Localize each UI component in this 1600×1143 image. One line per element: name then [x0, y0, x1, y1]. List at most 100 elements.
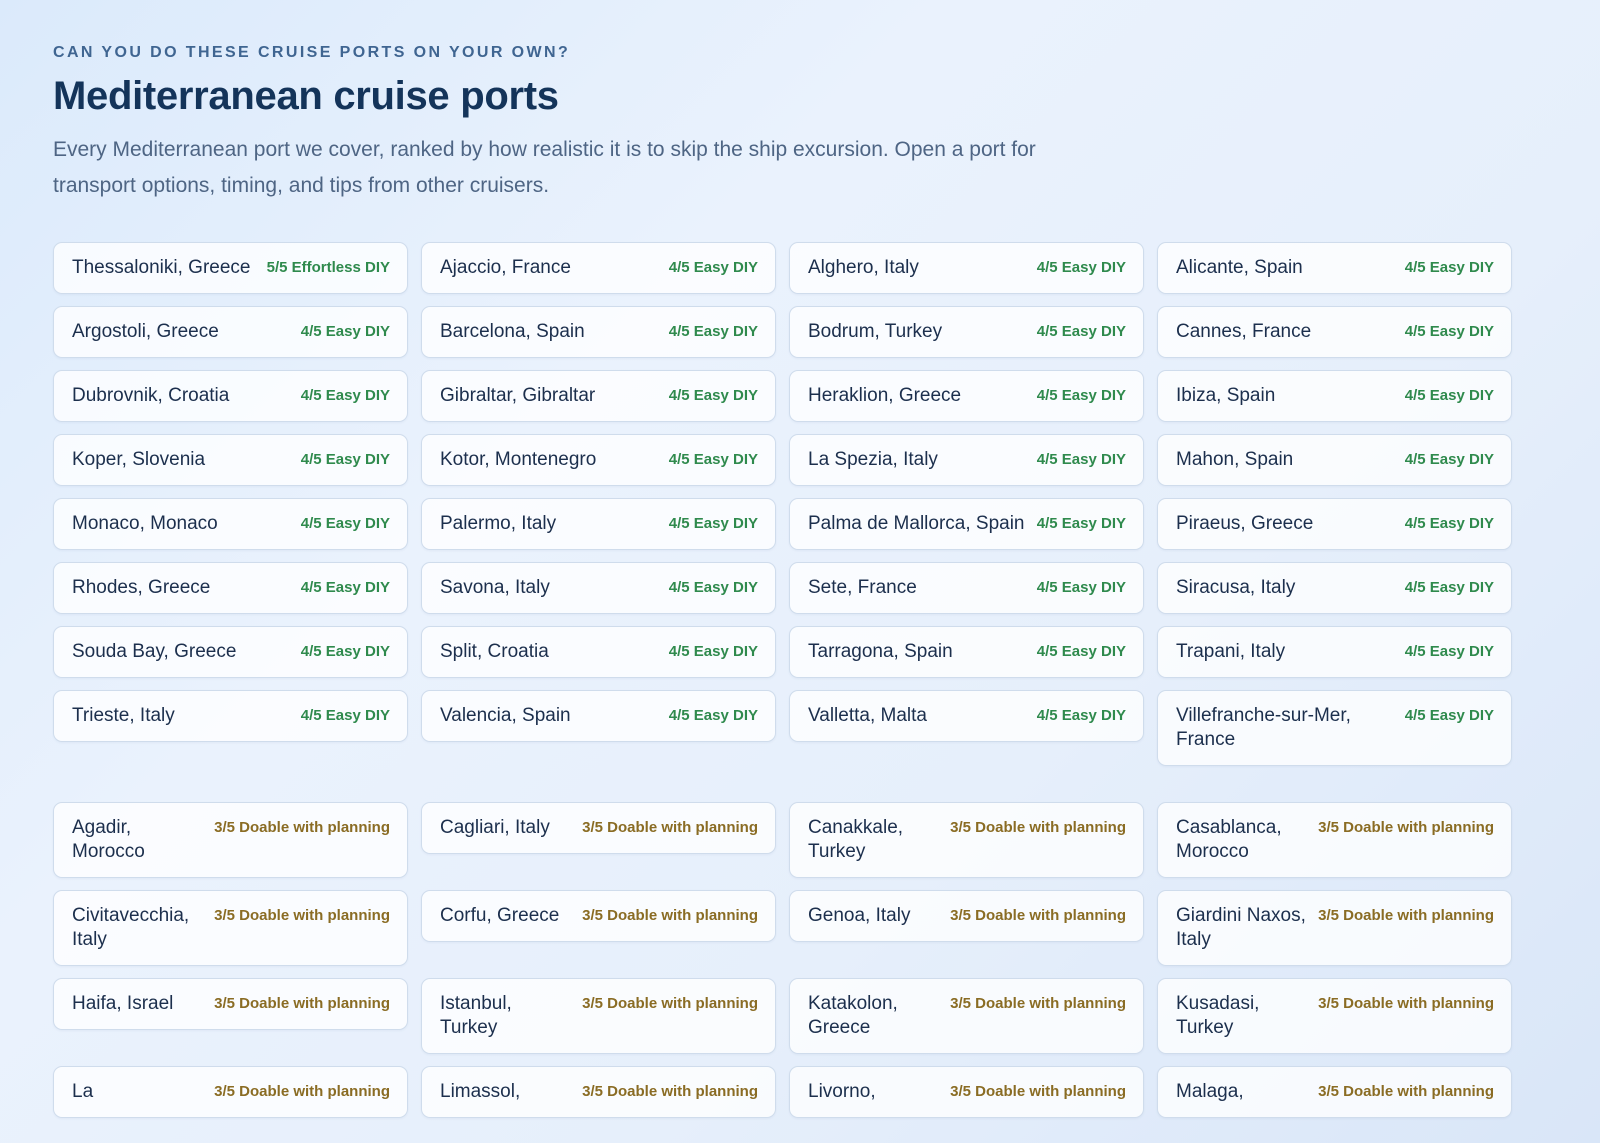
- port-rating-badge: 4/5 Easy DIY: [1404, 515, 1494, 532]
- port-name: Rhodes, Greece: [72, 577, 211, 598]
- port-card[interactable]: Agadir, Morocco 3/5 Doable with planning: [53, 802, 408, 878]
- port-rating-badge: 4/5 Easy DIY: [1036, 323, 1126, 340]
- port-card[interactable]: Katakolon, Greece 3/5 Doable with plannin…: [789, 978, 1144, 1054]
- port-rating-badge: 4/5 Easy DIY: [1036, 579, 1126, 596]
- port-name: Argostoli, Greece: [72, 321, 219, 342]
- port-card[interactable]: Dubrovnik, Croatia 4/5 Easy DIY: [53, 370, 408, 422]
- port-rating-badge: 4/5 Easy DIY: [668, 643, 758, 660]
- port-card[interactable]: Heraklion, Greece 4/5 Easy DIY: [789, 370, 1144, 422]
- port-card[interactable]: Palma de Mallorca, Spain 4/5 Easy DIY: [789, 498, 1144, 550]
- port-card[interactable]: Kotor, Montenegro 4/5 Easy DIY: [421, 434, 776, 486]
- port-card[interactable]: Malaga, 3/5 Doable with planning: [1157, 1066, 1512, 1118]
- port-card[interactable]: Koper, Slovenia 4/5 Easy DIY: [53, 434, 408, 486]
- port-name: Kusadasi, Turkey: [1176, 993, 1260, 1038]
- port-rating-badge: 3/5 Doable with planning: [582, 995, 758, 1012]
- port-card[interactable]: Alghero, Italy 4/5 Easy DIY: [789, 242, 1144, 294]
- port-name: Koper, Slovenia: [72, 449, 206, 470]
- port-name: Alicante, Spain: [1176, 257, 1303, 278]
- port-card[interactable]: Barcelona, Spain 4/5 Easy DIY: [421, 306, 776, 358]
- port-card[interactable]: Casablanca, Morocco 3/5 Doable with plann…: [1157, 802, 1512, 878]
- port-name: Valletta, Malta: [808, 705, 927, 726]
- port-rating-badge: 3/5 Doable with planning: [582, 819, 758, 836]
- port-card[interactable]: Ibiza, Spain 4/5 Easy DIY: [1157, 370, 1512, 422]
- port-rating-badge: 3/5 Doable with planning: [214, 1083, 390, 1100]
- port-name: Bodrum, Turkey: [808, 321, 943, 342]
- port-name: Siracusa, Italy: [1176, 577, 1296, 598]
- port-card[interactable]: Gibraltar, Gibraltar 4/5 Easy DIY: [421, 370, 776, 422]
- port-card[interactable]: Civitavecchia, Italy 3/5 Doable with plan…: [53, 890, 408, 966]
- port-card[interactable]: La Spezia, Italy 4/5 Easy DIY: [789, 434, 1144, 486]
- port-card[interactable]: Canakkale, Turkey 3/5 Doable with plannin…: [789, 802, 1144, 878]
- port-card[interactable]: Palermo, Italy 4/5 Easy DIY: [421, 498, 776, 550]
- port-rating-badge: 4/5 Easy DIY: [668, 579, 758, 596]
- port-card[interactable]: Souda Bay, Greece 4/5 Easy DIY: [53, 626, 408, 678]
- port-card[interactable]: Alicante, Spain 4/5 Easy DIY: [1157, 242, 1512, 294]
- port-card[interactable]: Cannes, France 4/5 Easy DIY: [1157, 306, 1512, 358]
- port-name: Corfu, Greece: [440, 905, 560, 926]
- port-rating-badge: 3/5 Doable with planning: [214, 907, 390, 924]
- port-name: Limassol,: [440, 1081, 521, 1102]
- port-name: Katakolon, Greece: [808, 993, 898, 1038]
- port-card[interactable]: Cagliari, Italy 3/5 Doable with planning: [421, 802, 776, 854]
- port-card[interactable]: Valletta, Malta 4/5 Easy DIY: [789, 690, 1144, 742]
- port-name: Valencia, Spain: [440, 705, 571, 726]
- port-card[interactable]: Trapani, Italy 4/5 Easy DIY: [1157, 626, 1512, 678]
- port-rating-badge: 4/5 Easy DIY: [668, 259, 758, 276]
- port-card[interactable]: Valencia, Spain 4/5 Easy DIY: [421, 690, 776, 742]
- port-card[interactable]: Sete, France 4/5 Easy DIY: [789, 562, 1144, 614]
- port-rating-badge: 3/5 Doable with planning: [1318, 819, 1494, 836]
- port-rating-badge: 4/5 Easy DIY: [300, 707, 390, 724]
- port-name: Haifa, Israel: [72, 993, 174, 1014]
- port-name: Thessaloniki, Greece: [72, 257, 251, 278]
- port-card[interactable]: Thessaloniki, Greece 5/5 Effortless DIY: [53, 242, 408, 294]
- port-card[interactable]: Rhodes, Greece 4/5 Easy DIY: [53, 562, 408, 614]
- port-card[interactable]: Haifa, Israel 3/5 Doable with planning: [53, 978, 408, 1030]
- port-card[interactable]: Livorno, 3/5 Doable with planning: [789, 1066, 1144, 1118]
- port-rating-badge: 4/5 Easy DIY: [300, 643, 390, 660]
- port-name: Alghero, Italy: [808, 257, 919, 278]
- port-name: Barcelona, Spain: [440, 321, 585, 342]
- port-card[interactable]: Monaco, Monaco 4/5 Easy DIY: [53, 498, 408, 550]
- port-card[interactable]: Savona, Italy 4/5 Easy DIY: [421, 562, 776, 614]
- port-card[interactable]: Argostoli, Greece 4/5 Easy DIY: [53, 306, 408, 358]
- port-card[interactable]: Ajaccio, France 4/5 Easy DIY: [421, 242, 776, 294]
- port-rating-badge: 3/5 Doable with planning: [1318, 907, 1494, 924]
- port-rating-badge: 4/5 Easy DIY: [668, 707, 758, 724]
- port-name: Split, Croatia: [440, 641, 549, 662]
- port-rating-badge: 4/5 Easy DIY: [1404, 707, 1494, 724]
- port-rating-badge: 4/5 Easy DIY: [1404, 387, 1494, 404]
- port-card[interactable]: Mahon, Spain 4/5 Easy DIY: [1157, 434, 1512, 486]
- port-rating-badge: 4/5 Easy DIY: [300, 451, 390, 468]
- port-rating-badge: 5/5 Effortless DIY: [266, 259, 390, 276]
- port-rating-badge: 3/5 Doable with planning: [214, 819, 390, 836]
- port-card[interactable]: Limassol, 3/5 Doable with planning: [421, 1066, 776, 1118]
- port-name: Giardini Naxos, Italy: [1176, 905, 1306, 950]
- port-card[interactable]: La 3/5 Doable with planning: [53, 1066, 408, 1118]
- port-card[interactable]: Villefranche-sur-Mer, France 4/5 Easy DIY: [1157, 690, 1512, 766]
- port-card[interactable]: Corfu, Greece 3/5 Doable with planning: [421, 890, 776, 942]
- port-name: Ibiza, Spain: [1176, 385, 1276, 406]
- port-name: Casablanca, Morocco: [1176, 817, 1282, 862]
- port-card[interactable]: Trieste, Italy 4/5 Easy DIY: [53, 690, 408, 742]
- port-card[interactable]: Genoa, Italy 3/5 Doable with planning: [789, 890, 1144, 942]
- eyebrow-label: CAN YOU DO THESE CRUISE PORTS ON YOUR OW…: [53, 44, 571, 61]
- port-rating-badge: 4/5 Easy DIY: [668, 323, 758, 340]
- port-rating-badge: 4/5 Easy DIY: [668, 451, 758, 468]
- port-card[interactable]: Bodrum, Turkey 4/5 Easy DIY: [789, 306, 1144, 358]
- port-rating-badge: 3/5 Doable with planning: [950, 819, 1126, 836]
- port-card[interactable]: Split, Croatia 4/5 Easy DIY: [421, 626, 776, 678]
- port-card[interactable]: Piraeus, Greece 4/5 Easy DIY: [1157, 498, 1512, 550]
- port-name: Istanbul, Turkey: [440, 993, 512, 1038]
- port-card[interactable]: Giardini Naxos, Italy 3/5 Doable with pla…: [1157, 890, 1512, 966]
- port-name: La Spezia, Italy: [808, 449, 938, 470]
- port-name: La: [72, 1081, 94, 1102]
- port-card[interactable]: Kusadasi, Turkey 3/5 Doable with planning: [1157, 978, 1512, 1054]
- port-card[interactable]: Istanbul, Turkey 3/5 Doable with planning: [421, 978, 776, 1054]
- port-card[interactable]: Tarragona, Spain 4/5 Easy DIY: [789, 626, 1144, 678]
- port-card[interactable]: Siracusa, Italy 4/5 Easy DIY: [1157, 562, 1512, 614]
- port-name: Cagliari, Italy: [440, 817, 550, 838]
- port-rating-badge: 4/5 Easy DIY: [1404, 451, 1494, 468]
- port-rating-badge: 4/5 Easy DIY: [300, 323, 390, 340]
- port-name: Sete, France: [808, 577, 917, 598]
- port-name: Trapani, Italy: [1176, 641, 1286, 662]
